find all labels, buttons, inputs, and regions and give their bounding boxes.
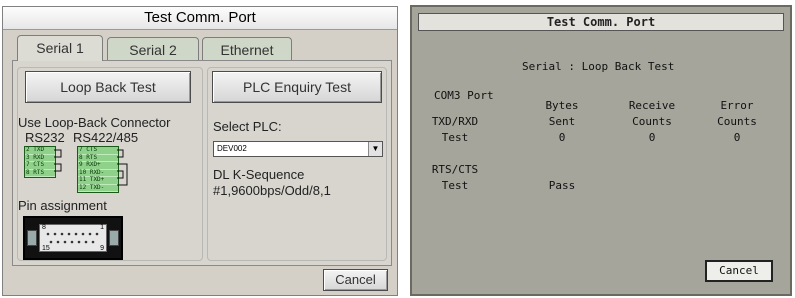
use-connector-label: Use Loop-Back Connector	[18, 115, 171, 130]
col-receive-line1: Receive	[628, 99, 676, 112]
plc-enquiry-test-button[interactable]: PLC Enquiry Test	[212, 71, 382, 103]
plc-select[interactable]: DEV002 ▼	[213, 141, 383, 157]
select-plc-label: Select PLC:	[213, 119, 282, 134]
rs422-pin: 12 TXD-	[78, 184, 118, 192]
col-bytes-sent-line1: Bytes	[545, 99, 579, 112]
receive-count-value: 0	[648, 131, 656, 144]
pin-number: 15	[42, 245, 50, 252]
protocol-settings: #1,9600bps/Odd/8,1	[213, 183, 331, 198]
pin-number: 9	[100, 245, 104, 252]
pin-assignment-label: Pin assignment	[18, 198, 107, 213]
row-rts-cts-line1: RTS/CTS	[431, 163, 479, 176]
rs232-pin: 8 RTS	[25, 169, 55, 177]
row-rts-cts-line2: Test	[441, 179, 469, 192]
dialog-title: Test Comm. Port	[418, 13, 784, 31]
tab-ethernet[interactable]: Ethernet	[202, 37, 292, 61]
col-bytes-sent-line2: Sent	[548, 115, 576, 128]
protocol-name: DL K-Sequence	[213, 167, 305, 182]
connector-ear	[109, 230, 119, 246]
tab-serial-1[interactable]: Serial 1	[17, 35, 103, 61]
pin-number: 1	[100, 224, 104, 231]
rs422-label: RS422/485	[73, 130, 139, 145]
cancel-button[interactable]: Cancel	[705, 260, 773, 282]
connector-ear	[27, 230, 37, 246]
row-txd-rxd-line2: Test	[441, 131, 469, 144]
right-dialog: Test Comm. Port Serial : Loop Back Test …	[410, 5, 792, 296]
rs232-loop-wires	[54, 149, 62, 172]
pin-number: 8	[42, 224, 46, 231]
left-dialog: Test Comm. Port Serial 1 Serial 2 Ethern…	[2, 6, 398, 296]
cancel-button[interactable]: Cancel	[323, 269, 388, 291]
rs232-label: RS232	[25, 130, 65, 145]
error-count-value: 0	[733, 131, 741, 144]
rs422-loop-wires	[117, 149, 128, 186]
chevron-down-icon[interactable]: ▼	[368, 142, 382, 156]
tab-serial-2[interactable]: Serial 2	[107, 37, 199, 61]
rs422-pin-table: 7 CTS 8 RTS 9 RXD+ 10 RXD- 11 TXD+ 12 TX…	[77, 146, 119, 193]
loop-back-test-button[interactable]: Loop Back Test	[25, 71, 191, 103]
port-label: COM3 Port	[434, 89, 494, 102]
rts-cts-result: Pass	[548, 179, 576, 192]
test-subtitle: Serial : Loop Back Test	[522, 60, 675, 73]
col-error-line1: Error	[720, 99, 754, 112]
plc-select-value: DEV002	[217, 144, 247, 153]
connector-face: 8 1 15 9	[39, 224, 107, 252]
col-error-line2: Counts	[717, 115, 757, 128]
dialog-title: Test Comm. Port	[3, 7, 397, 30]
rs232-pin-table: 2 TXD 3 RXD 7 CTS 8 RTS	[24, 146, 56, 178]
bytes-sent-value: 0	[558, 131, 566, 144]
col-receive-line2: Counts	[632, 115, 672, 128]
db15-connector-icon: 8 1 15 9	[23, 216, 123, 260]
row-txd-rxd-line1: TXD/RXD	[431, 115, 479, 128]
